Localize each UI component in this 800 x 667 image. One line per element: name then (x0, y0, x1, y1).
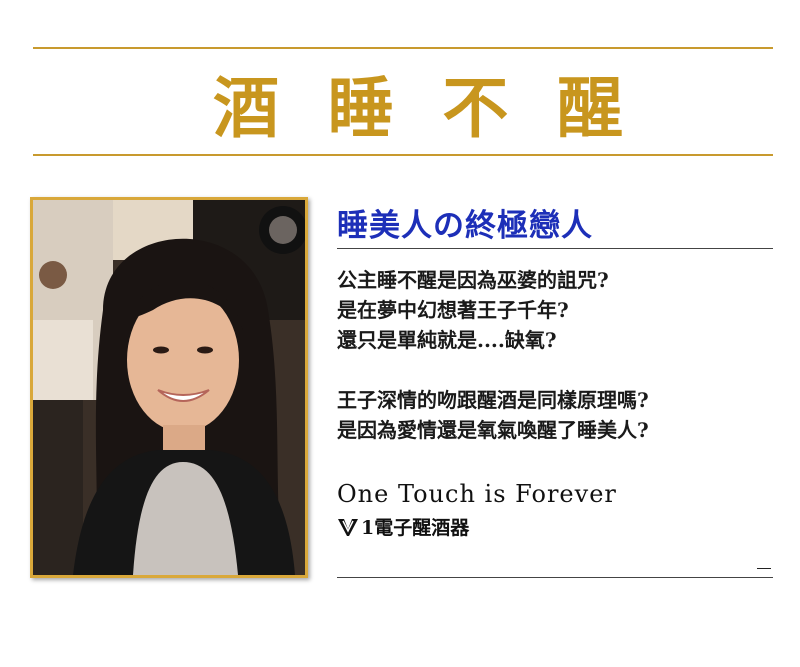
body-line: 是因為愛情還是氧氣喚醒了睡美人? (337, 418, 649, 442)
headline-char-1: 酒 (213, 69, 279, 147)
body-line: 公主睡不醒是因為巫婆的詛咒? (337, 268, 609, 292)
body-line: 是在夢中幻想著王子千年? (337, 298, 569, 322)
brand-row: 1電子醒酒器 (337, 513, 469, 540)
v-logo-icon (338, 518, 358, 536)
headline: 酒 睡 不 醒 (33, 58, 773, 148)
brand-name: 1電子醒酒器 (361, 517, 470, 539)
top-gold-rule (33, 47, 773, 49)
subtitle: 睡美人の終極戀人 (337, 208, 593, 244)
headline-char-2: 睡 (327, 69, 394, 147)
slogan: One Touch is Forever (337, 480, 617, 508)
end-dash (757, 568, 771, 569)
portrait-illustration (33, 200, 305, 575)
body-line: 還只是單純就是....缺氧? (337, 328, 557, 352)
headline-char-4: 醒 (556, 69, 623, 147)
bottom-gold-rule (33, 154, 773, 156)
body-line: 王子深情的吻跟醒酒是同樣原理嗎? (337, 388, 649, 412)
headline-char-3: 不 (442, 69, 509, 147)
portrait-photo (30, 197, 308, 578)
end-rule (337, 577, 773, 578)
subtitle-underline (337, 248, 773, 249)
